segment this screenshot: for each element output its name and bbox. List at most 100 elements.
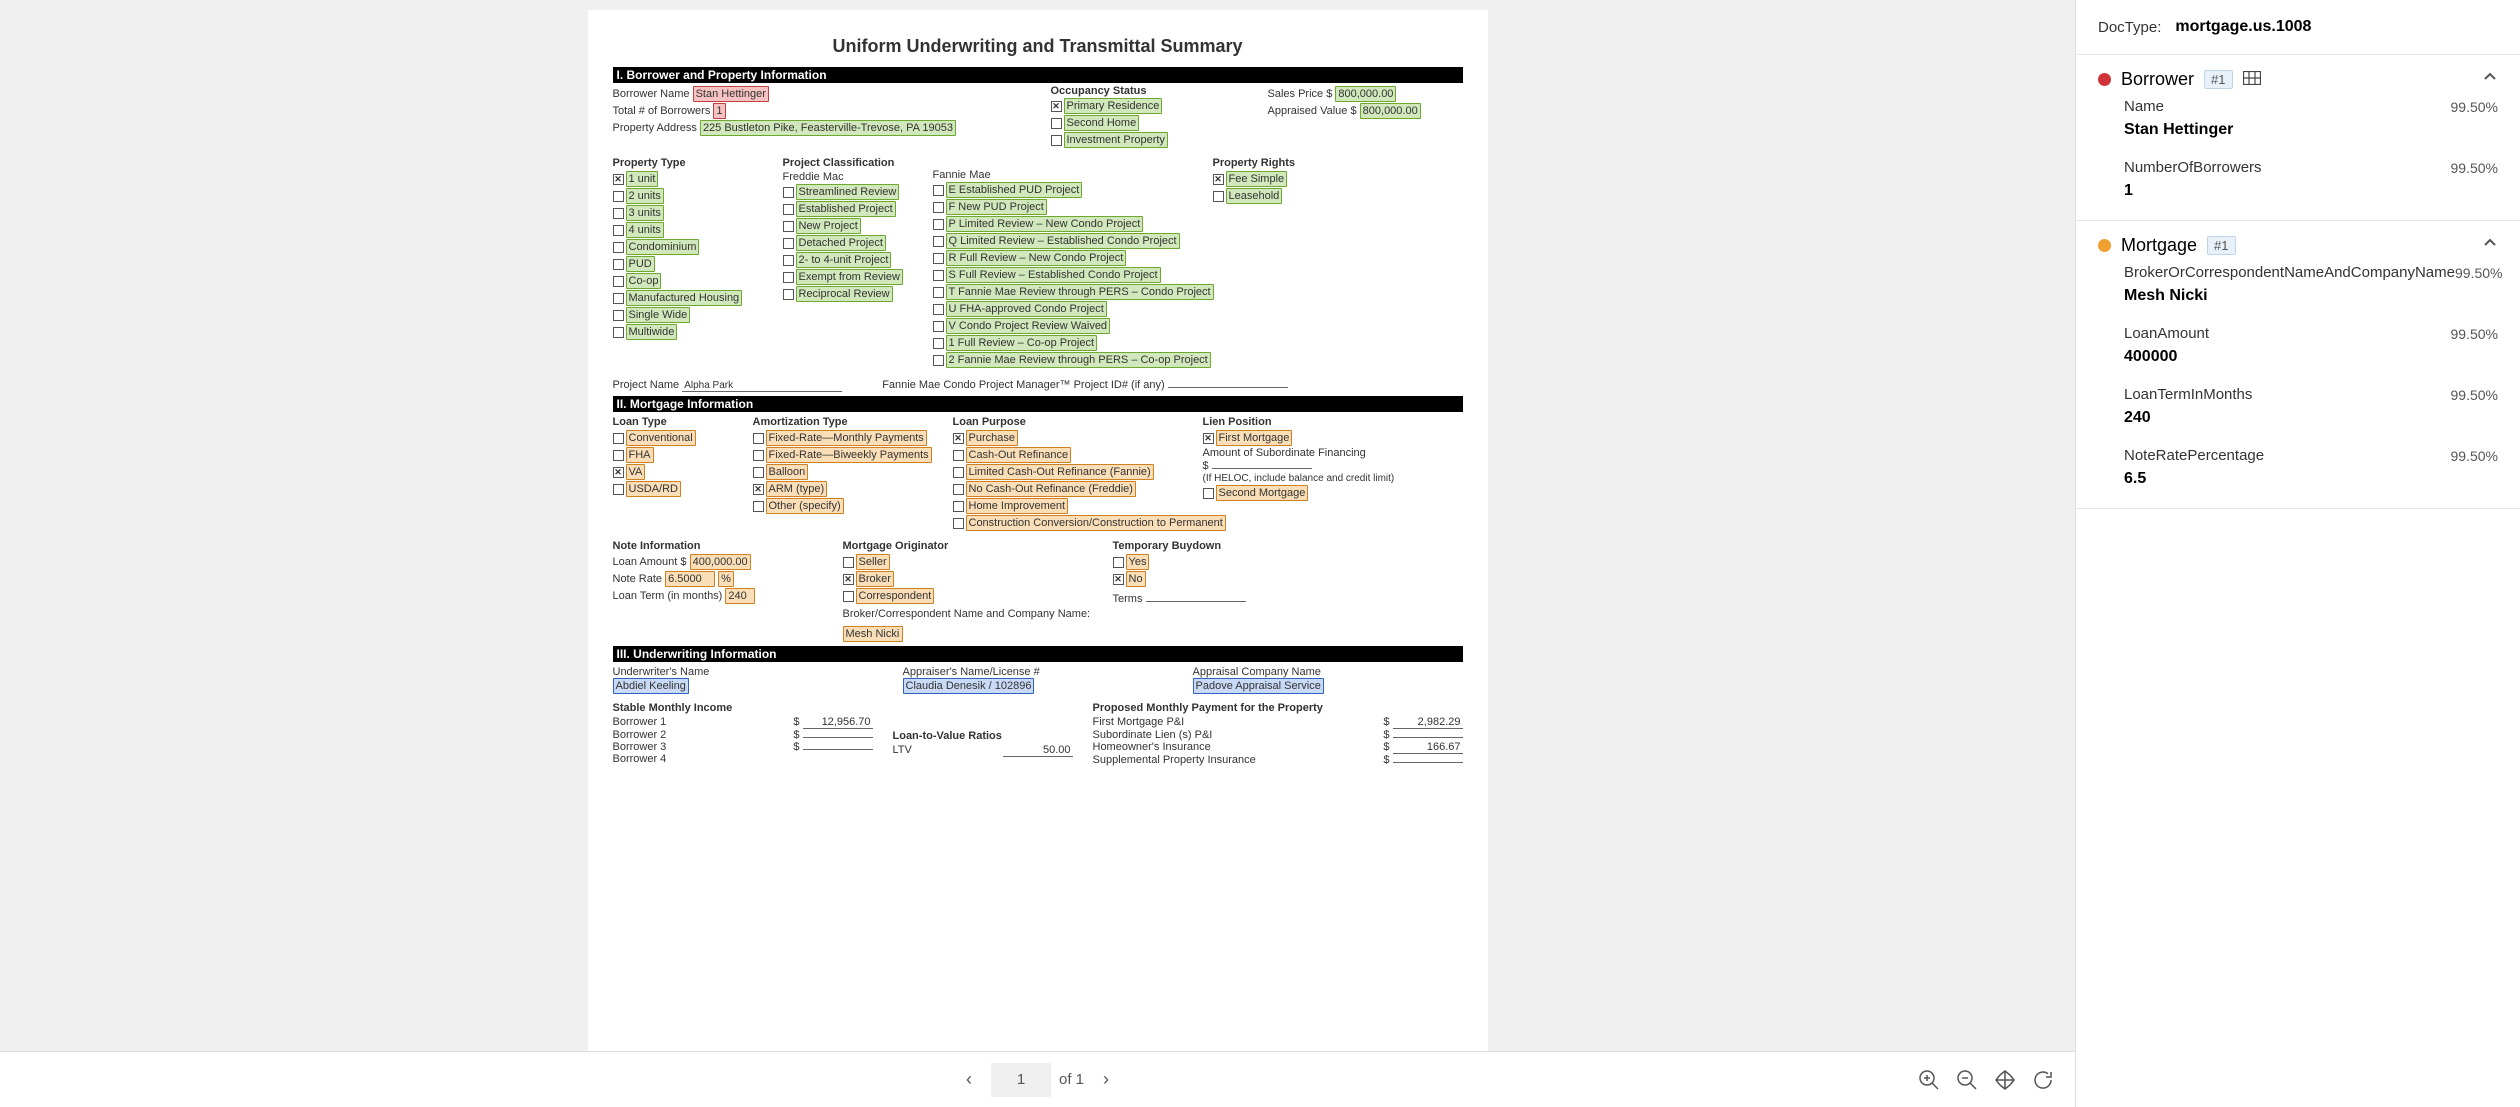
appraised-value: 800,000.00 [1360,103,1421,119]
checkbox [783,187,794,198]
heloc-note: (If HELOC, include balance and credit li… [1203,473,1463,484]
table-icon[interactable] [2243,71,2261,89]
option-label: Fixed-Rate—Biweekly Payments [766,447,932,463]
project-class-label: Project Classification [783,157,913,169]
field-confidence: 99.50% [2451,387,2498,403]
option-label: 3 units [626,205,664,221]
entity-badge: #1 [2207,236,2235,255]
chevron-up-icon[interactable] [2482,235,2498,256]
option-label: No Cash-Out Refinance (Freddie) [966,481,1136,497]
section2-header: II. Mortgage Information [613,396,1463,412]
field-row[interactable]: LoanTermInMonths99.50%240 [2098,378,2498,439]
field-confidence: 99.50% [2451,99,2498,115]
option-label: Q Limited Review – Established Condo Pro… [946,233,1180,249]
checkbox [933,304,944,315]
option-label: 1 Full Review – Co-op Project [946,335,1098,351]
purpose-label: Loan Purpose [953,416,1183,428]
field-row[interactable]: Name99.50%Stan Hettinger [2098,90,2498,151]
option-label: Seller [856,554,890,570]
zoom-out-icon[interactable] [1955,1068,1979,1092]
field-row[interactable]: LoanAmount99.50%400000 [2098,317,2498,378]
zoom-in-icon[interactable] [1917,1068,1941,1092]
chevron-up-icon[interactable] [2482,69,2498,90]
field-row[interactable]: NoteRatePercentage99.50%6.5 [2098,439,2498,500]
loan-term-value: 240 [725,588,755,604]
checkbox [753,484,764,495]
checkbox [843,591,854,602]
pan-icon[interactable] [1993,1068,2017,1092]
field-confidence: 99.50% [2451,326,2498,342]
income-label: Stable Monthly Income [613,702,873,714]
condo-mgr-label: Fannie Mae Condo Project Manager™ Projec… [882,379,1164,391]
option-label: Correspondent [856,588,935,604]
checkbox [783,238,794,249]
checkbox [933,338,944,349]
checkbox [613,276,624,287]
appraiser-label: Appraiser's Name/License # [903,666,1173,678]
checkbox [753,433,764,444]
checkbox [933,270,944,281]
field-row[interactable]: BrokerOrCorrespondentNameAndCompanyName9… [2098,256,2498,317]
option-label: USDA/RD [626,481,682,497]
page-number-input[interactable] [991,1063,1051,1097]
option-label: 2 Fannie Mae Review through PERS – Co-op… [946,352,1211,368]
checkbox [613,259,624,270]
field-value: 400000 [2124,348,2498,366]
option-label: Exempt from Review [796,269,903,285]
field-row[interactable]: NumberOfBorrowers99.50%1 [2098,151,2498,212]
option-label: Conventional [626,430,696,446]
checkbox [933,236,944,247]
broker-name-label: Broker/Correspondent Name and Company Na… [843,608,1093,620]
option-label: Streamlined Review [796,184,900,200]
option-label: PUD [626,256,655,272]
checkbox [753,450,764,461]
buydown-label: Temporary Buydown [1113,540,1463,552]
document-viewer: Uniform Underwriting and Transmittal Sum… [0,0,2075,1107]
entity-header[interactable]: Mortgage#1 [2098,235,2498,256]
option-label: U FHA-approved Condo Project [946,301,1107,317]
doctype-label: DocType: [2098,19,2161,36]
broker-name-value: Mesh Nicki [843,626,903,642]
appraiser-value: Claudia Denesik / 102896 [903,678,1035,694]
checkbox [613,484,624,495]
option-label: 2 units [626,188,664,204]
property-rights-label: Property Rights [1213,157,1463,169]
property-address-value: 225 Bustleton Pike, Feasterville-Trevose… [700,120,956,136]
checkbox [613,208,624,219]
entity-badge: #1 [2204,70,2232,89]
option-label: Detached Project [796,235,886,251]
entity-header[interactable]: Borrower#1 [2098,69,2498,90]
checkbox [933,321,944,332]
checkbox [933,202,944,213]
checkbox [843,574,854,585]
checkbox [753,501,764,512]
property-type-label: Property Type [613,157,763,169]
checkbox [933,253,944,264]
lien-label: Lien Position [1203,416,1463,428]
page-title: Uniform Underwriting and Transmittal Sum… [613,36,1463,57]
checkbox [613,433,624,444]
rotate-icon[interactable] [2031,1068,2055,1092]
option-label: T Fannie Mae Review through PERS – Condo… [946,284,1214,300]
option-label: Fee Simple [1226,171,1288,187]
proposed-label: Proposed Monthly Payment for the Propert… [1093,702,1463,714]
doctype-value: mortgage.us.1008 [2175,18,2311,36]
prev-page-button[interactable]: ‹ [955,1066,983,1094]
document-scroll[interactable]: Uniform Underwriting and Transmittal Sum… [0,0,2075,1051]
checkbox [613,293,624,304]
extraction-panel[interactable]: DocType: mortgage.us.1008 Borrower#1Name… [2075,0,2520,1107]
property-address-label: Property Address [613,122,697,134]
option-label: Primary Residence [1064,98,1163,114]
checkbox [933,185,944,196]
checkbox [783,272,794,283]
checkbox [613,225,624,236]
field-confidence: 99.50% [2451,448,2498,464]
option-label: Cash-Out Refinance [966,447,1072,463]
checkbox [613,467,624,478]
next-page-button[interactable]: › [1092,1066,1120,1094]
option-label: Leasehold [1226,188,1283,204]
field-value: Stan Hettinger [2124,121,2498,139]
loan-type-label: Loan Type [613,416,733,428]
field-confidence: 99.50% [2455,265,2502,281]
company-label: Appraisal Company Name [1193,666,1463,678]
